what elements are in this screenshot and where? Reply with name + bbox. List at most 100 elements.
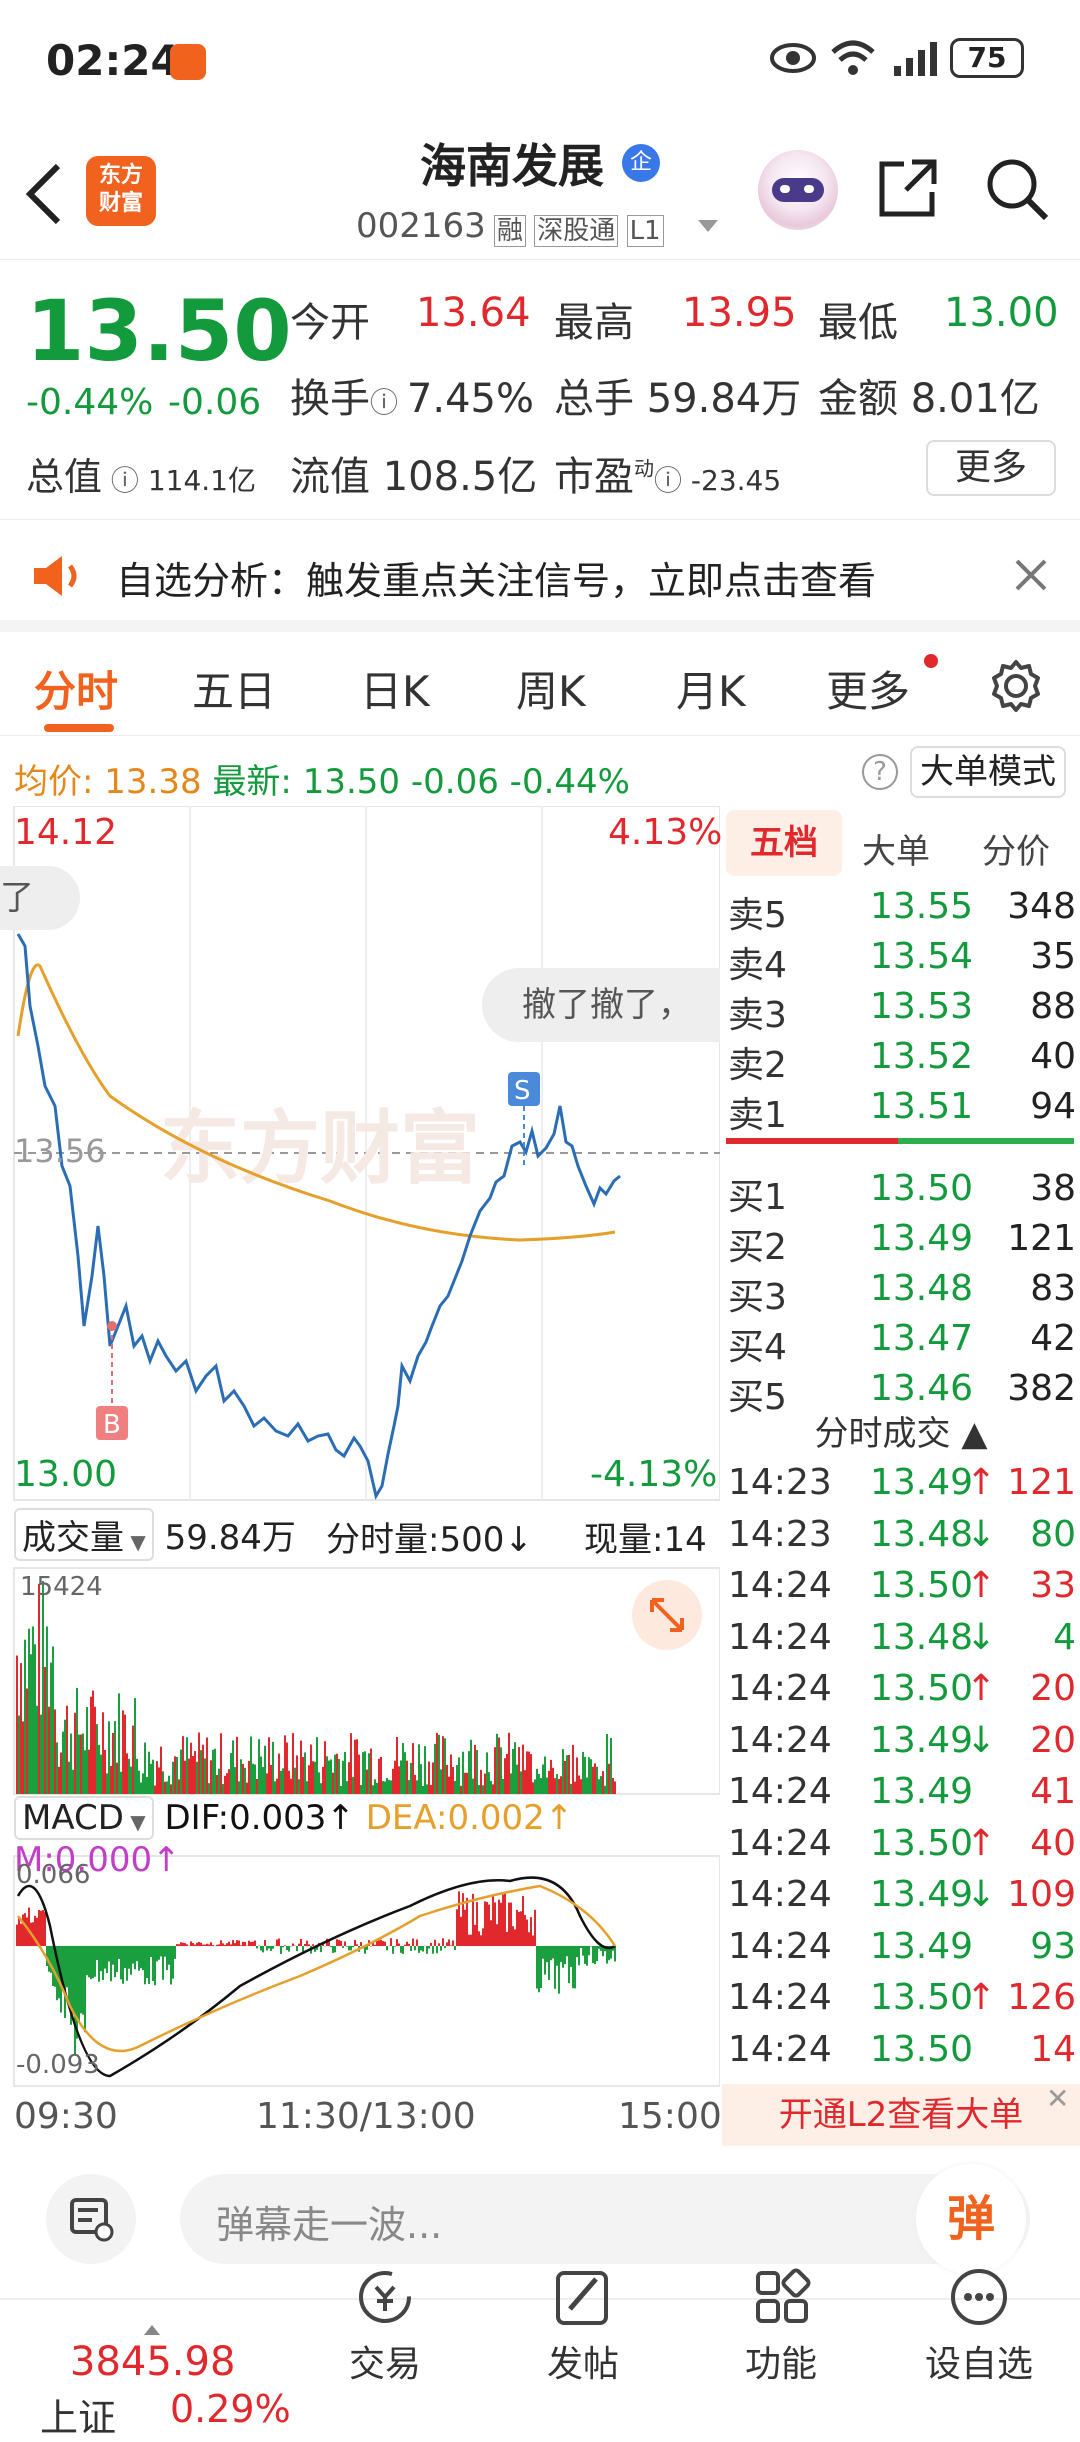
level-volume: 42 — [1030, 1318, 1076, 1359]
volume-bar — [152, 1760, 154, 1794]
macd-bar — [346, 1946, 348, 1947]
volume-bar — [316, 1737, 318, 1794]
volume-bar — [212, 1750, 214, 1794]
macd-bar — [112, 1946, 114, 1965]
macd-bar — [262, 1946, 264, 1952]
share-icon[interactable] — [876, 156, 940, 220]
danmu-input[interactable]: 弹幕走一波... — [180, 2174, 1030, 2264]
trade-dir: ↑ — [966, 1668, 996, 1709]
macd-bar — [560, 1946, 562, 1962]
volume-bar — [286, 1743, 288, 1794]
macd-bar — [180, 1942, 182, 1946]
macd-bar — [574, 1946, 576, 1988]
volume-bar — [506, 1754, 508, 1794]
more-button[interactable]: 更多 — [926, 440, 1056, 496]
tab-price-dist[interactable]: 分价 — [982, 824, 1050, 873]
l2-upgrade-banner[interactable]: 开通L2查看大单 — [722, 2084, 1080, 2146]
tab-five-levels[interactable]: 五档 — [726, 810, 842, 876]
danmu-send-button[interactable]: 弹 — [916, 2164, 1026, 2274]
volume-bar — [226, 1773, 228, 1794]
tab-big-order[interactable]: 大单 — [862, 824, 930, 873]
close-icon[interactable] — [1014, 558, 1048, 592]
volume-bar — [256, 1779, 258, 1794]
macd-bar — [396, 1939, 398, 1946]
close-icon[interactable]: ✕ — [1046, 2082, 1069, 2115]
volume-bar — [72, 1770, 74, 1794]
search-icon[interactable] — [984, 156, 1050, 222]
macd-bar — [348, 1946, 350, 1950]
trade-dir: ↓ — [966, 1874, 996, 1915]
trade-row: 14:2413.5014 — [722, 2029, 1080, 2080]
volume-bar — [532, 1782, 534, 1794]
macd-bar — [288, 1946, 290, 1952]
macd-selector[interactable]: MACD ▼ — [14, 1796, 154, 1840]
macd-bar — [500, 1903, 502, 1946]
macd-bar — [338, 1940, 340, 1946]
help-icon[interactable]: ? — [862, 754, 898, 790]
macd-bar — [144, 1946, 146, 1984]
analysis-banner[interactable]: 自选分析：触发重点关注信号，立即点击查看 — [0, 522, 1080, 632]
intraday-chart[interactable]: 东方财富 B S 14.12 4.13% 13.56 13.00 -4.13% … — [0, 806, 720, 2146]
big-order-mode-button[interactable]: 大单模式 — [910, 746, 1066, 798]
tab-intraday[interactable]: 分时 — [34, 658, 118, 719]
robot-avatar-icon[interactable] — [758, 150, 838, 230]
volume-bar — [274, 1781, 276, 1794]
volume-bar — [550, 1760, 552, 1794]
nav-trade[interactable]: 交易 — [310, 2265, 460, 2387]
tab-active-indicator — [44, 724, 114, 732]
macd-bar — [534, 1910, 536, 1946]
volume-bar — [584, 1757, 586, 1794]
tab-more[interactable]: 更多 — [826, 658, 910, 719]
macd-bar — [536, 1946, 538, 1989]
trade-price: 13.48 — [870, 1514, 973, 1555]
volume-bar — [362, 1752, 364, 1794]
danmu-settings-icon[interactable] — [46, 2174, 136, 2264]
nav-post[interactable]: 发帖 — [508, 2265, 658, 2387]
macd-bar — [556, 1946, 558, 1966]
index-widget[interactable]: 3845.98 上证 0.29% — [30, 2325, 300, 2435]
volume-now: 现量:14 — [584, 1512, 707, 1561]
volume-bar — [248, 1761, 250, 1794]
volume-bar — [216, 1775, 218, 1794]
macd-bar — [498, 1900, 500, 1946]
back-icon[interactable] — [24, 162, 64, 226]
tab-5day[interactable]: 五日 — [192, 658, 276, 719]
gear-icon[interactable] — [988, 658, 1044, 714]
macd-bar — [312, 1944, 314, 1946]
trade-price: 13.48 — [870, 1617, 973, 1658]
volume-bar — [332, 1773, 334, 1794]
macd-bar — [146, 1946, 148, 1978]
trade-dir: ↓ — [966, 1720, 996, 1761]
volume-bar — [444, 1738, 446, 1794]
tab-monthly[interactable]: 月K — [676, 658, 746, 719]
volume-period[interactable]: 分时量:500↓ — [326, 1512, 533, 1561]
nav-function[interactable]: 功能 — [706, 2265, 856, 2387]
volume-bar — [546, 1778, 548, 1794]
trades-title[interactable]: 分时成交 ▲ — [722, 1406, 1080, 1455]
tab-daily[interactable]: 日K — [360, 658, 430, 719]
volume-bar — [304, 1752, 306, 1794]
info-icon[interactable]: ⓘ — [654, 464, 691, 497]
info-icon[interactable]: ⓘ — [102, 464, 148, 497]
dropdown-icon[interactable] — [698, 220, 718, 232]
macd-bar — [232, 1940, 234, 1946]
volume-bar — [266, 1773, 268, 1794]
info-icon[interactable]: ⓘ — [370, 386, 407, 419]
macd-bar — [68, 1946, 70, 2007]
nav-add-watchlist[interactable]: 设自选 — [904, 2265, 1054, 2387]
macd-bar — [508, 1903, 510, 1946]
volume-bar — [242, 1764, 244, 1794]
volume-bar — [288, 1771, 290, 1794]
volume-bar — [282, 1768, 284, 1794]
tab-weekly[interactable]: 周K — [516, 658, 586, 719]
macd-bar — [182, 1943, 184, 1946]
expand-icon[interactable] — [632, 1580, 702, 1650]
macd-bar — [360, 1942, 362, 1946]
volume-selector[interactable]: 成交量 ▼ — [14, 1508, 154, 1561]
volume-bar — [20, 1663, 22, 1794]
volume-bar — [376, 1783, 378, 1794]
volume-bar — [200, 1750, 202, 1794]
volume-bar — [586, 1778, 588, 1794]
volume-bar — [80, 1735, 82, 1794]
volume-bar — [218, 1769, 220, 1794]
